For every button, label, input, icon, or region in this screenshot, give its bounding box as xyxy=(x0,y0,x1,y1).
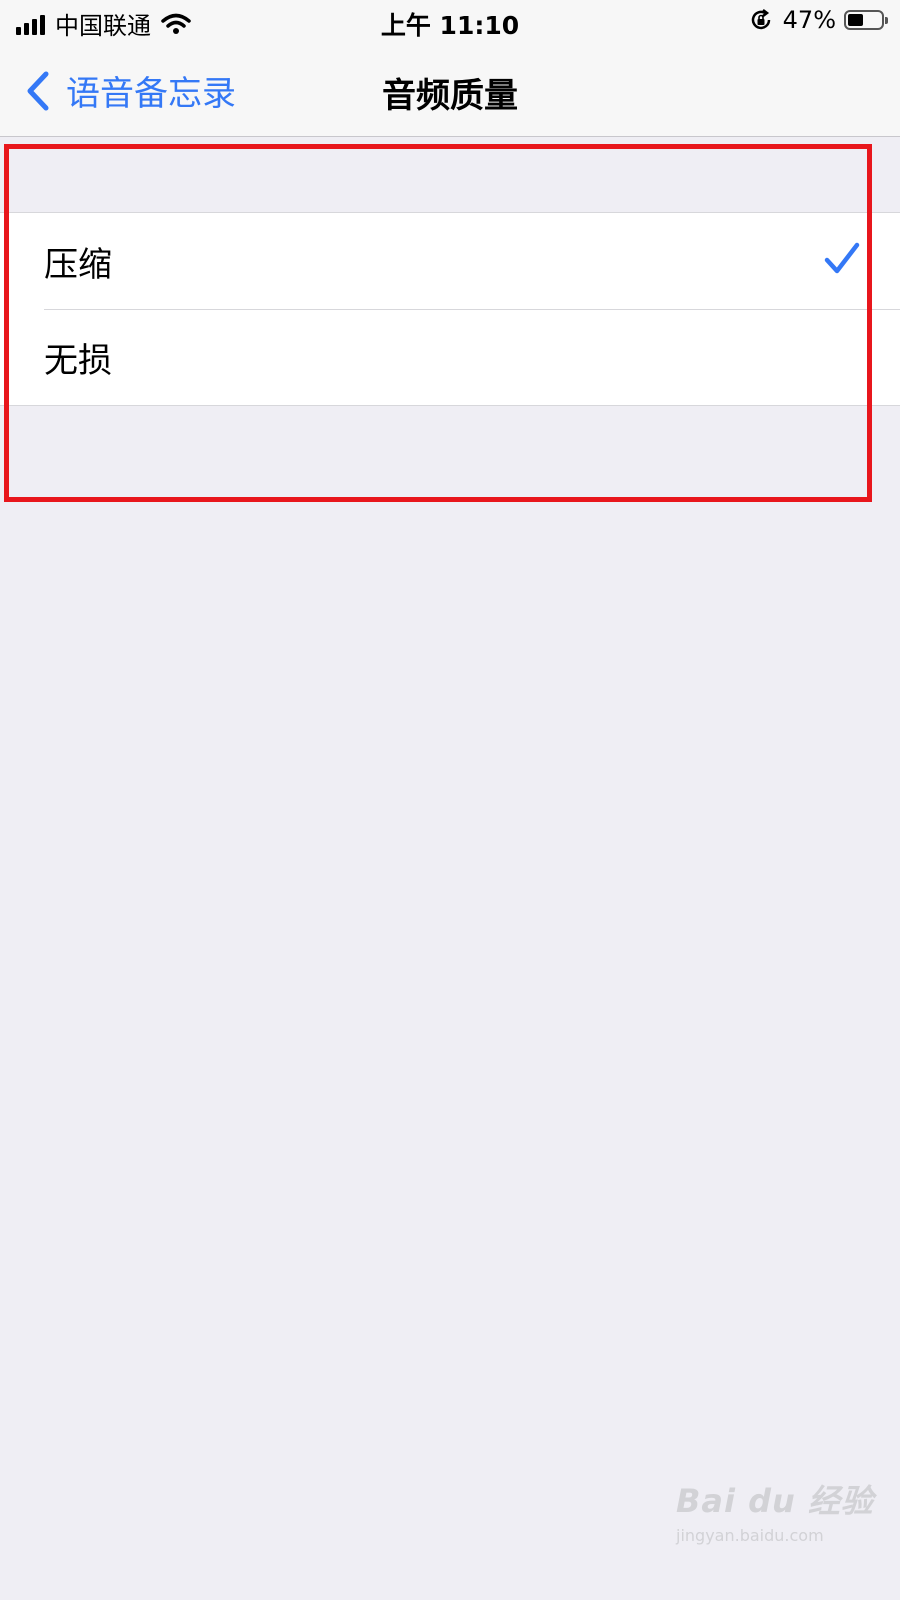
checkmark-icon xyxy=(824,242,860,274)
rotation-lock-icon xyxy=(751,9,770,30)
status-bar: 中国联通 上午 11:10 47% xyxy=(0,0,900,44)
audio-quality-options: 压缩 无损 xyxy=(0,212,900,406)
watermark-url: jingyan.baidu.com xyxy=(676,1526,824,1545)
option-compressed[interactable]: 压缩 xyxy=(0,213,900,309)
battery-percent: 47% xyxy=(782,6,836,34)
option-label: 无损 xyxy=(44,340,112,381)
watermark-logo: Bai du 经验 xyxy=(676,1482,874,1520)
option-lossless[interactable]: 无损 xyxy=(0,309,900,405)
battery-icon xyxy=(844,10,888,30)
watermark: Bai du 经验 jingyan.baidu.com xyxy=(676,1476,874,1545)
navigation-bar: 语音备忘录 音频质量 xyxy=(0,44,900,137)
option-label: 压缩 xyxy=(44,244,112,285)
page-title: 音频质量 xyxy=(382,76,518,116)
